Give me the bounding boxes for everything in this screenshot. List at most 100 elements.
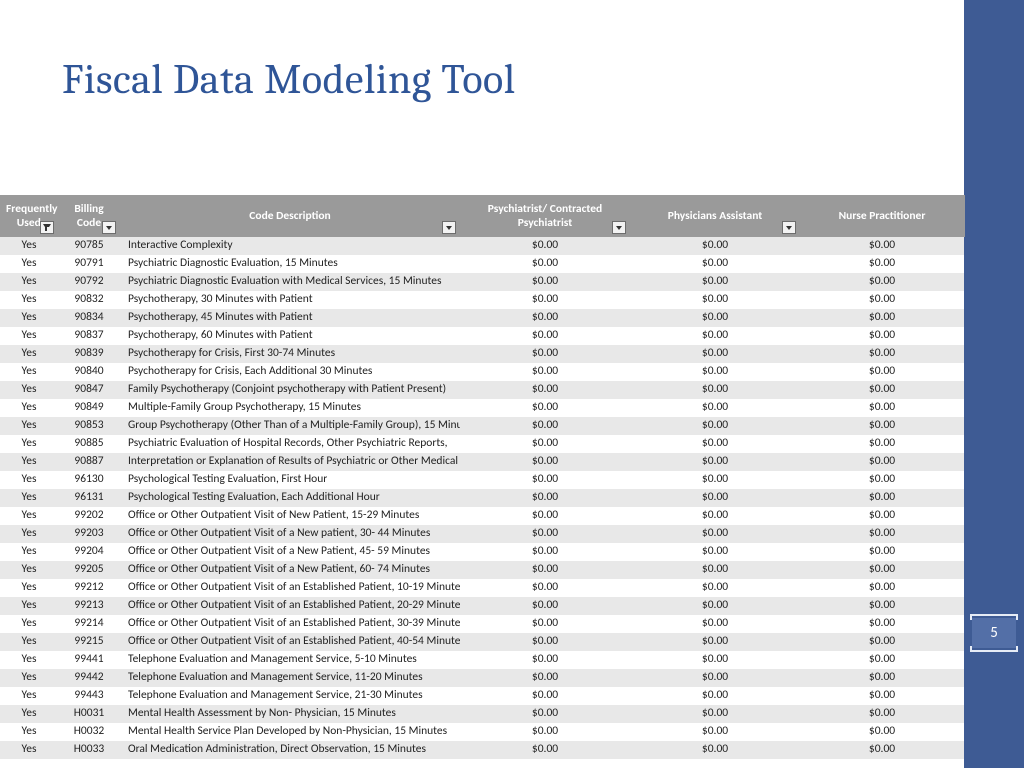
cell-frequently-used: Yes	[0, 417, 58, 435]
table-row: Yes90885Psychiatric Evaluation of Hospit…	[0, 435, 964, 453]
cell-frequently-used: Yes	[0, 687, 58, 705]
cell-billing-code: 90847	[58, 381, 120, 399]
cell-psychiatrist: $0.00	[460, 327, 630, 345]
cell-description: Interactive Complexity	[120, 237, 460, 255]
cell-frequently-used: Yes	[0, 399, 58, 417]
cell-physicians-assistant: $0.00	[630, 669, 800, 687]
header-nurse-practitioner[interactable]: Nurse Practitioner	[800, 195, 964, 237]
table-row: Yes96131Psychological Testing Evaluation…	[0, 489, 964, 507]
cell-billing-code: 90837	[58, 327, 120, 345]
cell-nurse-practitioner: $0.00	[800, 399, 964, 417]
cell-description: Telephone Evaluation and Management Serv…	[120, 651, 460, 669]
cell-psychiatrist: $0.00	[460, 543, 630, 561]
dropdown-icon[interactable]	[782, 221, 796, 234]
cell-nurse-practitioner: $0.00	[800, 705, 964, 723]
cell-nurse-practitioner: $0.00	[800, 381, 964, 399]
cell-description: Telephone Evaluation and Management Serv…	[120, 687, 460, 705]
cell-physicians-assistant: $0.00	[630, 633, 800, 651]
header-label: Code Description	[127, 209, 454, 223]
cell-billing-code: 90853	[58, 417, 120, 435]
billing-table-container: Frequently Used Billing Code Code Descri…	[0, 195, 964, 759]
cell-psychiatrist: $0.00	[460, 507, 630, 525]
table-row: Yes96130Psychological Testing Evaluation…	[0, 471, 964, 489]
cell-billing-code: H0032	[58, 723, 120, 741]
dropdown-icon[interactable]	[102, 221, 116, 234]
cell-physicians-assistant: $0.00	[630, 309, 800, 327]
cell-frequently-used: Yes	[0, 561, 58, 579]
side-accent-band	[964, 0, 1024, 768]
cell-nurse-practitioner: $0.00	[800, 615, 964, 633]
cell-billing-code: 99205	[58, 561, 120, 579]
cell-nurse-practitioner: $0.00	[800, 507, 964, 525]
table-row: Yes90832Psychotherapy, 30 Minutes with P…	[0, 291, 964, 309]
header-billing-code[interactable]: Billing Code	[58, 195, 120, 237]
table-row: Yes90849Multiple-Family Group Psychother…	[0, 399, 964, 417]
table-row: Yes90834Psychotherapy, 45 Minutes with P…	[0, 309, 964, 327]
header-code-description[interactable]: Code Description	[120, 195, 460, 237]
header-psychiatrist[interactable]: Psychiatrist/ Contracted Psychiatrist	[460, 195, 630, 237]
cell-physicians-assistant: $0.00	[630, 273, 800, 291]
cell-physicians-assistant: $0.00	[630, 651, 800, 669]
table-row: Yes99441Telephone Evaluation and Managem…	[0, 651, 964, 669]
cell-nurse-practitioner: $0.00	[800, 633, 964, 651]
cell-nurse-practitioner: $0.00	[800, 741, 964, 759]
table-row: Yes90887Interpretation or Explanation of…	[0, 453, 964, 471]
cell-frequently-used: Yes	[0, 669, 58, 687]
cell-frequently-used: Yes	[0, 453, 58, 471]
cell-frequently-used: Yes	[0, 273, 58, 291]
cell-billing-code: 96131	[58, 489, 120, 507]
cell-billing-code: 99203	[58, 525, 120, 543]
cell-frequently-used: Yes	[0, 543, 58, 561]
cell-physicians-assistant: $0.00	[630, 723, 800, 741]
table-row: Yes99213Office or Other Outpatient Visit…	[0, 597, 964, 615]
cell-physicians-assistant: $0.00	[630, 543, 800, 561]
cell-psychiatrist: $0.00	[460, 381, 630, 399]
cell-psychiatrist: $0.00	[460, 615, 630, 633]
cell-billing-code: 90792	[58, 273, 120, 291]
cell-psychiatrist: $0.00	[460, 453, 630, 471]
cell-physicians-assistant: $0.00	[630, 237, 800, 255]
filter-icon[interactable]	[40, 221, 54, 234]
cell-frequently-used: Yes	[0, 309, 58, 327]
cell-psychiatrist: $0.00	[460, 237, 630, 255]
table-row: Yes90839Psychotherapy for Crisis, First …	[0, 345, 964, 363]
cell-billing-code: 96130	[58, 471, 120, 489]
cell-frequently-used: Yes	[0, 363, 58, 381]
cell-psychiatrist: $0.00	[460, 309, 630, 327]
cell-physicians-assistant: $0.00	[630, 507, 800, 525]
cell-physicians-assistant: $0.00	[630, 687, 800, 705]
table-row: Yes90853Group Psychotherapy (Other Than …	[0, 417, 964, 435]
cell-billing-code: 99443	[58, 687, 120, 705]
cell-physicians-assistant: $0.00	[630, 345, 800, 363]
cell-frequently-used: Yes	[0, 435, 58, 453]
dropdown-icon[interactable]	[612, 221, 626, 234]
cell-nurse-practitioner: $0.00	[800, 435, 964, 453]
cell-nurse-practitioner: $0.00	[800, 327, 964, 345]
table-row: Yes90792Psychiatric Diagnostic Evaluatio…	[0, 273, 964, 291]
cell-physicians-assistant: $0.00	[630, 417, 800, 435]
table-row: Yes90837Psychotherapy, 60 Minutes with P…	[0, 327, 964, 345]
cell-frequently-used: Yes	[0, 741, 58, 759]
table-row: Yes90847Family Psychotherapy (Conjoint p…	[0, 381, 964, 399]
cell-billing-code: 99442	[58, 669, 120, 687]
header-label: Psychiatrist/ Contracted Psychiatrist	[467, 202, 624, 231]
cell-psychiatrist: $0.00	[460, 471, 630, 489]
cell-psychiatrist: $0.00	[460, 741, 630, 759]
table-row: Yes99205Office or Other Outpatient Visit…	[0, 561, 964, 579]
cell-nurse-practitioner: $0.00	[800, 273, 964, 291]
cell-billing-code: 90849	[58, 399, 120, 417]
cell-billing-code: 90785	[58, 237, 120, 255]
table-row: Yes90791Psychiatric Diagnostic Evaluatio…	[0, 255, 964, 273]
cell-billing-code: H0031	[58, 705, 120, 723]
dropdown-icon[interactable]	[442, 221, 456, 234]
header-frequently-used[interactable]: Frequently Used	[0, 195, 58, 237]
cell-description: Psychotherapy for Crisis, Each Additiona…	[120, 363, 460, 381]
cell-nurse-practitioner: $0.00	[800, 543, 964, 561]
header-physicians-assistant[interactable]: Physicians Assistant	[630, 195, 800, 237]
cell-frequently-used: Yes	[0, 291, 58, 309]
cell-description: Office or Other Outpatient Visit of an E…	[120, 615, 460, 633]
slide: 5 Fiscal Data Modeling Tool Frequently U…	[0, 0, 1024, 768]
cell-frequently-used: Yes	[0, 489, 58, 507]
cell-physicians-assistant: $0.00	[630, 255, 800, 273]
cell-physicians-assistant: $0.00	[630, 579, 800, 597]
